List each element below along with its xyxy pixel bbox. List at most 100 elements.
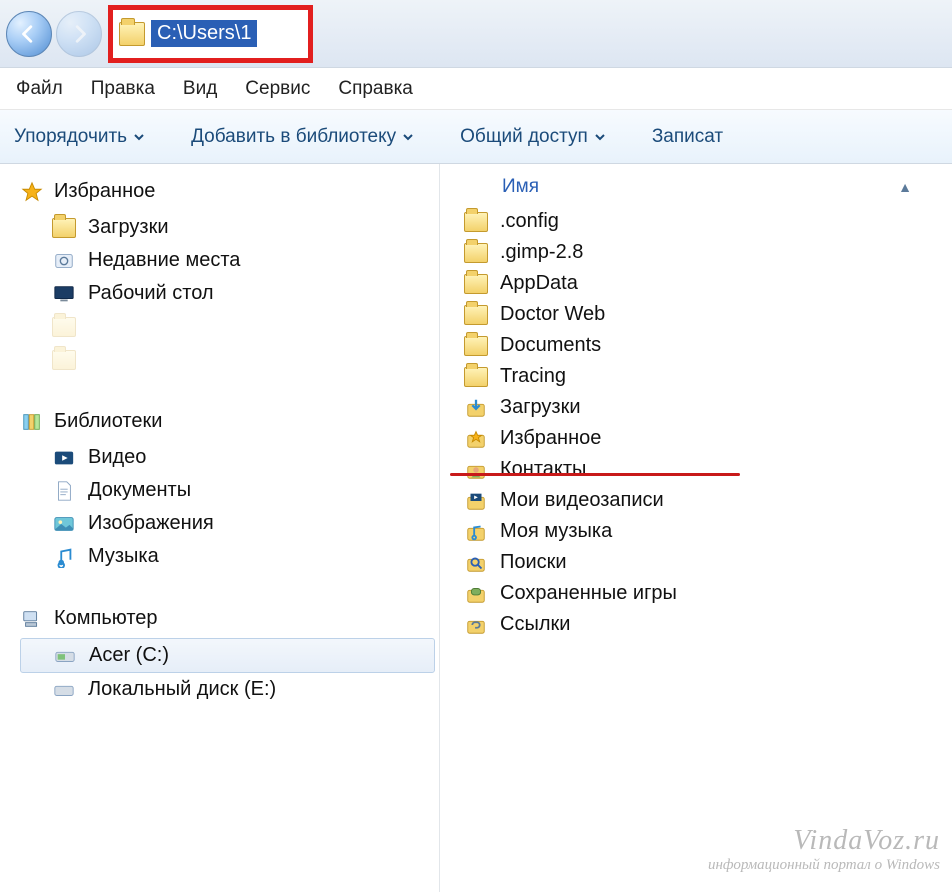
file-item-label: Контакты [500,458,586,481]
nav-buttons [6,11,102,57]
explorer-window: C:\Users\1 Файл Правка Вид Сервис Справк… [0,0,952,892]
sidebar-item-drive-e[interactable]: Локальный диск (E:) [20,673,435,706]
column-name-label: Имя [502,176,539,198]
file-item[interactable]: Избранное [452,423,948,454]
toolbar-organize-label: Упорядочить [14,126,127,148]
computer-header[interactable]: Компьютер [20,603,435,634]
libraries-icon [20,411,44,433]
group-computer: Компьютер Acer (C:) Локальный диск (E:) [20,603,435,706]
file-item[interactable]: Documents [452,330,948,361]
nav-row: C:\Users\1 [0,0,952,68]
toolbar-addtolib-label: Добавить в библиотеку [191,126,396,148]
search-icon [464,552,488,574]
file-item[interactable]: Загрузки [452,392,948,423]
folder-icon [464,242,488,264]
toolbar-add-to-library[interactable]: Добавить в библиотеку [191,126,414,148]
sidebar-item-video[interactable]: Видео [20,441,435,474]
menu-help[interactable]: Справка [338,78,413,100]
group-favorites: Избранное Загрузки Недавние места Р [20,176,435,376]
documents-icon [52,480,76,502]
sidebar-item-label: Acer (C:) [89,644,169,667]
file-item-label: .gimp-2.8 [500,241,583,264]
file-item[interactable]: Doctor Web [452,299,948,330]
watermark-title: VindaVoz.ru [708,825,940,857]
music-icon [52,546,76,568]
file-item-label: Сохраненные игры [500,582,677,605]
menu-tools[interactable]: Сервис [245,78,310,100]
sidebar-item-drive-c[interactable]: Acer (C:) [20,638,435,673]
sidebar-item-music[interactable]: Музыка [20,540,435,573]
sidebar-item-label: Изображения [88,512,214,535]
file-item-label: Моя музыка [500,520,612,543]
file-item-label: Загрузки [500,396,581,419]
file-item[interactable]: Tracing [452,361,948,392]
file-item[interactable]: Моя музыка [452,516,948,547]
file-item-label: .config [500,210,559,233]
address-path[interactable]: C:\Users\1 [151,20,257,47]
folder-icon [464,335,488,357]
back-button[interactable] [6,11,52,57]
computer-label: Компьютер [54,607,158,630]
contacts-icon [464,459,488,481]
music-icon [464,521,488,543]
menu-edit[interactable]: Правка [91,78,155,100]
menu-bar: Файл Правка Вид Сервис Справка [0,68,952,110]
body: Избранное Загрузки Недавние места Р [0,164,952,892]
file-item-label: Ссылки [500,613,570,636]
menu-file[interactable]: Файл [16,78,63,100]
file-item-label: Поиски [500,551,567,574]
games-icon [464,583,488,605]
computer-icon [20,608,44,630]
menu-view[interactable]: Вид [183,78,217,100]
column-header-name[interactable]: Имя ▲ [452,172,948,206]
toolbar-share[interactable]: Общий доступ [460,126,606,148]
file-list-pane: Имя ▲ .config .gimp-2.8 AppDataDoctor Web D… [440,164,952,892]
recent-places-icon [52,250,76,272]
file-item[interactable]: Контакты [452,454,948,485]
libraries-header[interactable]: Библиотеки [20,406,435,437]
folder-icon [464,211,488,233]
star-icon [20,181,44,203]
favorites-label: Избранное [54,180,155,203]
sidebar-item-label: Рабочий стол [88,282,214,305]
file-item-label: Мои видеозаписи [500,489,664,512]
file-list: .config .gimp-2.8 AppDataDoctor Web Documen… [452,206,948,640]
address-bar[interactable]: C:\Users\1 [108,5,313,63]
toolbar-burn[interactable]: Записат [652,126,723,148]
sidebar-item-downloads[interactable]: Загрузки [20,211,435,244]
downloads-icon [464,397,488,419]
sidebar-item-label: Документы [88,479,191,502]
navigation-pane: Избранное Загрузки Недавние места Р [0,164,440,892]
video-icon [464,490,488,512]
favorites-header[interactable]: Избранное [20,176,435,207]
toolbar-organize[interactable]: Упорядочить [14,126,145,148]
file-item[interactable]: Сохраненные игры [452,578,948,609]
desktop-icon [52,283,76,305]
libraries-label: Библиотеки [54,410,162,433]
sidebar-item-label: Загрузки [88,216,169,239]
file-item-label: Documents [500,334,601,357]
watermark-subtitle: информационный портал о Windows [708,857,940,874]
sidebar-item-recent[interactable]: Недавние места [20,244,435,277]
arrow-left-icon [18,23,40,45]
file-item[interactable]: .gimp-2.8 [452,237,948,268]
sidebar-item-pictures[interactable]: Изображения [20,507,435,540]
file-item[interactable]: .config [452,206,948,237]
file-item[interactable]: Поиски [452,547,948,578]
sidebar-item-hidden [20,343,435,376]
forward-button[interactable] [56,11,102,57]
sidebar-item-desktop[interactable]: Рабочий стол [20,277,435,310]
toolbar-share-label: Общий доступ [460,126,588,148]
file-item-label: Избранное [500,427,601,450]
file-item[interactable]: Мои видеозаписи [452,485,948,516]
favorites-icon [464,428,488,450]
file-item[interactable]: AppData [452,268,948,299]
toolbar-burn-label: Записат [652,126,723,148]
pictures-icon [52,513,76,535]
sidebar-item-label: Музыка [88,545,159,568]
file-item[interactable]: Ссылки [452,609,948,640]
group-libraries: Библиотеки Видео Документы [20,406,435,573]
chevron-down-icon [594,131,606,143]
file-item-label: Tracing [500,365,566,388]
sidebar-item-documents[interactable]: Документы [20,474,435,507]
